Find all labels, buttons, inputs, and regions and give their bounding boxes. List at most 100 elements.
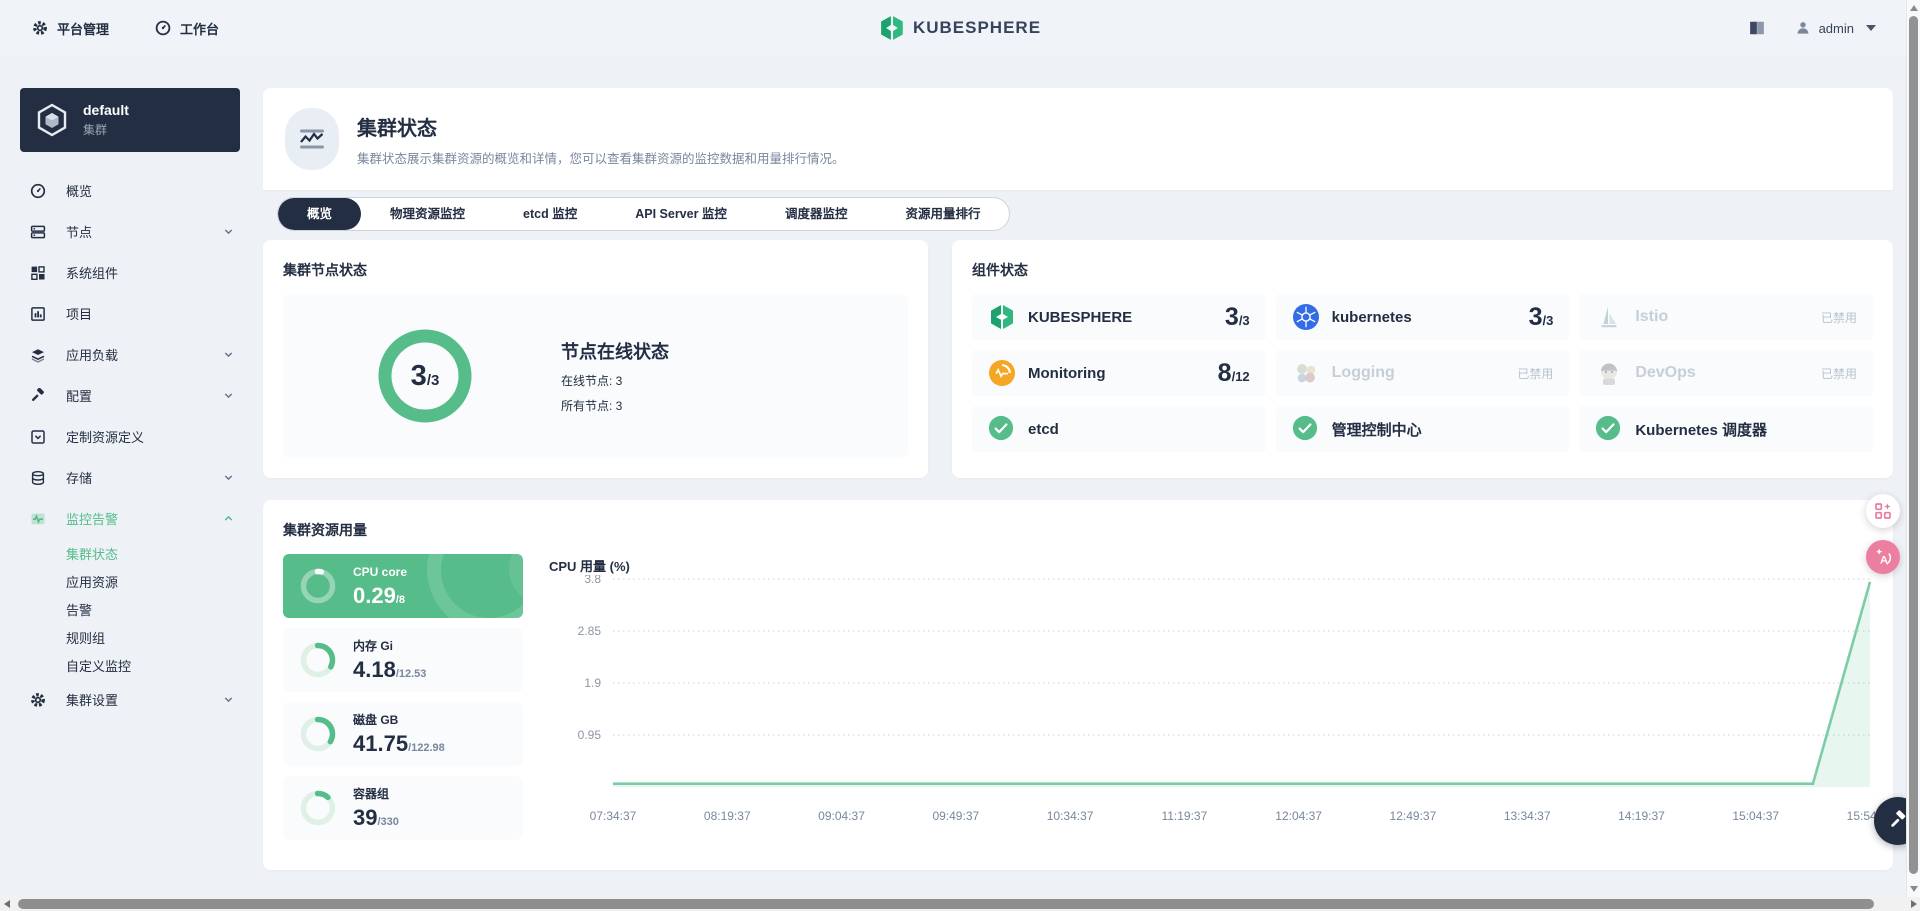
platform-management-button[interactable]: 平台管理 (32, 19, 109, 38)
component-tile-Monitoring[interactable]: Monitoring8/12 (972, 350, 1266, 396)
sidebar-item-概览[interactable]: 概览 (0, 170, 260, 211)
svg-text:13:34:37: 13:34:37 (1504, 809, 1551, 823)
tab-API Server 监控[interactable]: API Server 监控 (606, 198, 756, 230)
sidebar-subitem-告警[interactable]: 告警 (0, 595, 260, 623)
svg-text:0.95: 0.95 (578, 728, 602, 742)
component-name: Kubernetes 调度器 (1635, 419, 1767, 440)
cluster-selector[interactable]: default 集群 (20, 88, 240, 152)
chevron-down-icon (1866, 25, 1876, 31)
metric-denominator: /122.98 (408, 742, 445, 754)
page-title: 集群状态 (357, 112, 845, 141)
metric-denominator: /12.53 (396, 668, 427, 680)
component-grid: KUBESPHERE3/3kubernetes3/3Istio已禁用 Monito… (972, 294, 1873, 452)
kubernetes-icon (1292, 303, 1320, 331)
svg-text:A: A (1880, 555, 1888, 567)
docs-icon[interactable] (1747, 18, 1767, 38)
tab-etcd 监控[interactable]: etcd 监控 (494, 198, 606, 230)
svg-text:15:54:37: 15:54:37 (1847, 809, 1875, 823)
istio-icon (1595, 303, 1623, 331)
chevron-down-icon (223, 226, 234, 237)
sidebar-item-配置[interactable]: 配置 (0, 375, 260, 416)
component-name: kubernetes (1332, 309, 1412, 326)
cluster-name: default (83, 102, 129, 119)
svg-text:09:49:37: 09:49:37 (932, 809, 979, 823)
metric-value: 41.75 (353, 731, 408, 757)
sidebar-item-节点[interactable]: 节点 (0, 211, 260, 252)
workspace-button[interactable]: 工作台 (155, 19, 219, 38)
node-denominator: /3 (427, 372, 440, 389)
extension-grid-sparkle-icon (1873, 501, 1893, 521)
horizontal-scrollbar-thumb[interactable] (18, 899, 1874, 909)
sidebar-item-系统组件[interactable]: 系统组件 (0, 252, 260, 293)
user-menu[interactable]: admin (1795, 20, 1876, 36)
extension-button[interactable] (1866, 494, 1900, 528)
check-icon (988, 415, 1016, 443)
jenkins-icon (1595, 359, 1623, 387)
component-name: Monitoring (1028, 365, 1105, 382)
top-navigation-bar: 平台管理 工作台 KUBESPHERE admin (0, 0, 1920, 56)
storage-icon (30, 470, 46, 486)
sidebar-subitem-自定义监控[interactable]: 自定义监控 (0, 651, 260, 679)
workspace-label: 工作台 (180, 19, 219, 38)
resource-metric-内存 Gi[interactable]: 内存 Gi4.18/12.53 (283, 628, 523, 692)
sidebar-subitem-应用资源[interactable]: 应用资源 (0, 567, 260, 595)
sidebar-item-label: 定制资源定义 (66, 427, 144, 446)
vertical-scrollbar[interactable] (1906, 0, 1920, 897)
component-tile-管理控制中心[interactable]: 管理控制中心 (1276, 406, 1570, 452)
scroll-down-arrow[interactable] (1910, 886, 1918, 892)
sidebar-subitem-规则组[interactable]: 规则组 (0, 623, 260, 651)
tab-资源用量排行[interactable]: 资源用量排行 (876, 198, 1009, 230)
node-donut-chart: 3/3 (377, 328, 473, 424)
component-tile-Logging[interactable]: Logging已禁用 (1276, 350, 1570, 396)
sidebar-item-存储[interactable]: 存储 (0, 457, 260, 498)
sidebar-subitem-集群状态[interactable]: 集群状态 (0, 539, 260, 567)
sidebar-item-label: 应用负载 (66, 345, 118, 364)
kubesphere-icon (988, 303, 1016, 331)
component-tile-DevOps[interactable]: DevOps已禁用 (1579, 350, 1873, 396)
sidebar-item-项目[interactable]: 项目 (0, 293, 260, 334)
component-tile-Kubernetes 调度器[interactable]: Kubernetes 调度器 (1579, 406, 1873, 452)
scroll-right-arrow[interactable] (1911, 900, 1917, 908)
scroll-left-arrow[interactable] (4, 900, 10, 908)
chart-title: CPU 用量 (%) (549, 556, 1875, 575)
metric-donut-icon (299, 567, 337, 605)
sidebar-item-定制资源定义[interactable]: 定制资源定义 (0, 416, 260, 457)
workloads-icon (30, 347, 46, 363)
page-header-card: 集群状态 集群状态展示集群资源的概览和详情，您可以查看集群资源的监控数据和用量排… (263, 88, 1893, 190)
sidebar-item-集群设置[interactable]: 集群设置 (0, 679, 260, 720)
svg-text:12:49:37: 12:49:37 (1390, 809, 1437, 823)
sidebar-item-监控告警[interactable]: 监控告警 (0, 498, 260, 539)
translate-button[interactable]: A (1866, 540, 1900, 574)
kubesphere-logo-icon (879, 15, 905, 41)
chevron-down-icon (223, 390, 234, 401)
gear-icon (32, 20, 48, 36)
kubesphere-logo[interactable]: KUBESPHERE (879, 15, 1041, 41)
svg-text:11:19:37: 11:19:37 (1161, 809, 1207, 823)
resource-metric-容器组[interactable]: 容器组39/330 (283, 776, 523, 840)
component-tile-kubernetes[interactable]: kubernetes3/3 (1276, 294, 1570, 340)
monitoring-tabs: 概览物理资源监控etcd 监控API Server 监控调度器监控资源用量排行 (277, 197, 1010, 231)
tab-调度器监控[interactable]: 调度器监控 (756, 198, 877, 230)
component-tile-Istio[interactable]: Istio已禁用 (1579, 294, 1873, 340)
svg-text:09:04:37: 09:04:37 (818, 809, 865, 823)
sidebar-item-应用负载[interactable]: 应用负载 (0, 334, 260, 375)
component-denominator: /3 (1542, 313, 1553, 328)
node-online-heading: 节点在线状态 (561, 338, 669, 364)
hammer-icon (30, 388, 46, 404)
component-tile-etcd[interactable]: etcd (972, 406, 1266, 452)
tab-概览[interactable]: 概览 (278, 198, 361, 230)
metric-donut-icon (299, 789, 337, 827)
svg-text:10:34:37: 10:34:37 (1047, 809, 1094, 823)
tab-物理资源监控[interactable]: 物理资源监控 (361, 198, 494, 230)
horizontal-scrollbar[interactable] (0, 897, 1920, 911)
resource-metric-CPU core[interactable]: CPU core0.29/8 (283, 554, 523, 618)
resource-metric-磁盘 GB[interactable]: 磁盘 GB41.75/122.98 (283, 702, 523, 766)
vertical-scrollbar-thumb[interactable] (1909, 16, 1918, 874)
metric-label: 容器组 (353, 787, 389, 801)
resource-usage-title: 集群资源用量 (283, 520, 1873, 540)
component-tile-KUBESPHERE[interactable]: KUBESPHERE3/3 (972, 294, 1266, 340)
metric-label: 内存 Gi (353, 639, 393, 653)
component-status-title: 组件状态 (972, 260, 1873, 280)
scroll-up-arrow[interactable] (1910, 5, 1918, 11)
resource-metric-list: CPU core0.29/8 内存 Gi4.18/12.53 磁盘 GB41.75/… (283, 554, 523, 840)
